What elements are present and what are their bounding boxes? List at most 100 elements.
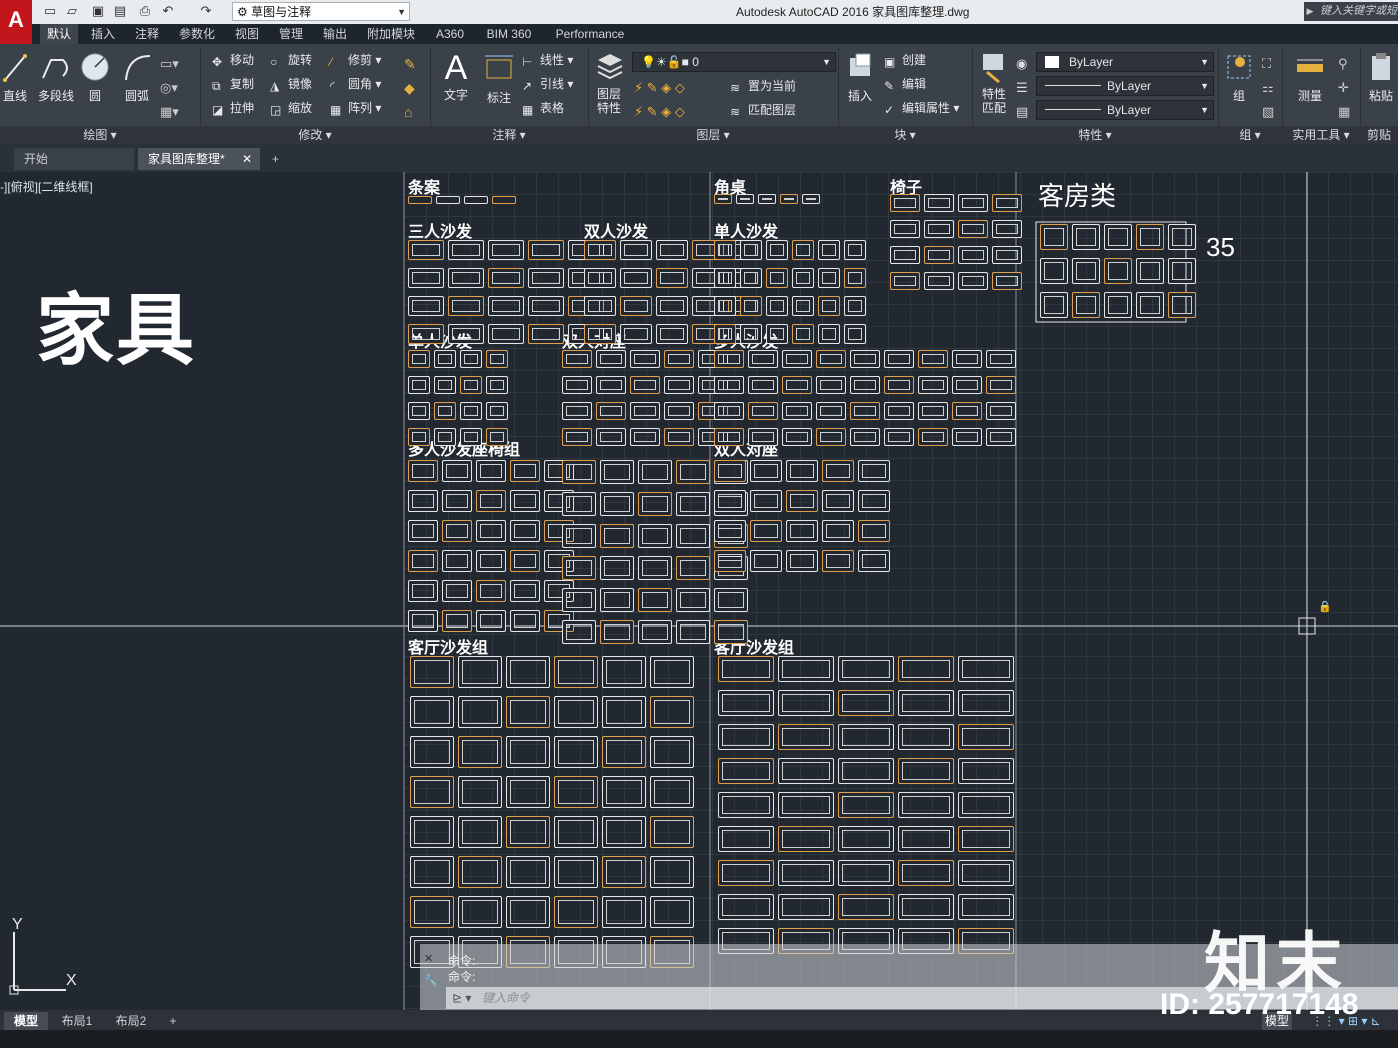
fillet-button[interactable]: ◜ 圆角 ▾ xyxy=(330,74,381,94)
modify-panel-label[interactable]: 修改 ▾ xyxy=(200,126,431,144)
layer-properties-button[interactable]: 图层 特性 xyxy=(592,50,626,115)
tab-performance[interactable]: Performance xyxy=(546,24,634,44)
tab-drawing[interactable]: 家具图库整理* ✕ xyxy=(138,148,260,170)
utilities-panel-label[interactable]: 实用工具 ▾ xyxy=(1282,126,1361,144)
tab-annotate[interactable]: 注释 xyxy=(128,24,166,44)
layers-panel-label[interactable]: 图层 ▾ xyxy=(588,126,839,144)
properties-panel-label[interactable]: 特性 ▾ xyxy=(972,126,1219,144)
undo-icon[interactable]: ↶ xyxy=(158,2,178,20)
new-file-icon[interactable]: ▭ xyxy=(40,2,60,20)
close-icon[interactable]: ✕ xyxy=(242,148,252,170)
clipboard-panel-label[interactable]: 剪贴 xyxy=(1360,126,1398,144)
search-input[interactable]: 键入关键字或短语 xyxy=(1316,2,1398,36)
x-axis-label: X xyxy=(66,972,77,989)
save-icon[interactable]: ▣ xyxy=(88,2,108,20)
utility-tool-icons[interactable]: ⚲ ✛ ▦ xyxy=(1338,52,1350,124)
open-file-icon[interactable]: ▱ xyxy=(62,2,82,20)
annotation-panel-label[interactable]: 注释 ▾ xyxy=(430,126,589,144)
tab-bim360[interactable]: BIM 360 xyxy=(478,24,540,44)
set-current-button[interactable]: ≋ 置为当前 xyxy=(730,76,796,96)
tab-layout2[interactable]: 布局2 xyxy=(106,1012,156,1030)
measure-button[interactable]: 测量 xyxy=(1290,50,1330,104)
match-properties-button[interactable]: 特性 匹配 xyxy=(976,50,1012,115)
new-tab-icon[interactable]: + xyxy=(264,148,292,170)
tab-default[interactable]: 默认 xyxy=(40,24,78,44)
workspace-label: 草图与注释 xyxy=(251,5,312,19)
viewport-controls[interactable]: -][俯视][二维线框] xyxy=(0,178,93,195)
line-button[interactable]: 直线 xyxy=(0,50,30,104)
furniture-symbol xyxy=(554,856,598,888)
circle-button[interactable]: 圆 xyxy=(80,50,110,104)
edit-block-button[interactable]: ✎ 编辑 xyxy=(884,74,926,94)
furniture-symbol xyxy=(822,460,854,482)
tab-layout1[interactable]: 布局1 xyxy=(54,1012,100,1030)
rotate-button[interactable]: ○ 旋转 xyxy=(270,50,312,70)
measure-label: 测量 xyxy=(1297,89,1322,103)
polyline-icon xyxy=(42,59,68,79)
scale-button[interactable]: ◲ 缩放 xyxy=(270,98,312,118)
furniture-symbol xyxy=(898,656,954,682)
tab-manage[interactable]: 管理 xyxy=(272,24,310,44)
color-dropdown[interactable]: ByLayer ▼ xyxy=(1036,52,1214,72)
rotate-icon: ○ xyxy=(270,55,278,69)
leader-button[interactable]: ↗ 引线 ▾ xyxy=(522,74,573,94)
groups-panel-label[interactable]: 组 ▾ xyxy=(1218,126,1283,144)
move-button[interactable]: ✥ 移动 xyxy=(212,50,254,70)
mirror-button[interactable]: ◮ 镜像 xyxy=(270,74,312,94)
furniture-symbol xyxy=(442,520,472,542)
linetype-dropdown[interactable]: ByLayer ▼ xyxy=(1036,76,1214,96)
lineweight-dropdown[interactable]: ByLayer ▼ xyxy=(1036,100,1214,120)
command-panel-controls[interactable]: ✕ 🔧 xyxy=(424,948,438,992)
layer-dropdown[interactable]: 💡☀🔓■ 0 ▼ xyxy=(632,52,836,72)
draw-panel-label[interactable]: 绘图 ▾ xyxy=(0,126,201,144)
furniture-symbol xyxy=(562,588,596,612)
group-button[interactable]: 组 xyxy=(1222,50,1256,104)
insert-block-button[interactable]: 插入 xyxy=(842,50,878,104)
properties-icons[interactable]: ◉ ☰ ▤ xyxy=(1016,52,1028,124)
furniture-symbol xyxy=(898,826,954,852)
group-tool-icons[interactable]: ⛶ ⚏ ▧ xyxy=(1262,52,1274,124)
trim-button[interactable]: ⁄ 修剪 ▾ xyxy=(330,50,381,70)
search-toggle-icon[interactable]: ▶ xyxy=(1304,2,1316,21)
tab-view[interactable]: 视图 xyxy=(228,24,266,44)
redo-icon[interactable]: ↷ xyxy=(196,2,216,20)
edit-attributes-button[interactable]: ✓ 编辑属性 ▾ xyxy=(884,98,959,118)
workspace-dropdown[interactable]: ⚙ 草图与注释 ▼ xyxy=(232,2,410,21)
table-button[interactable]: ▦ 表格 xyxy=(522,98,564,118)
paste-button[interactable]: 粘贴 xyxy=(1364,50,1398,104)
layer-tool-icons[interactable]: ⚡ ✎ ◈ ◇ ⚡ ✎ ◈ ◇ xyxy=(634,76,685,124)
tab-start[interactable]: 开始 xyxy=(14,148,134,170)
tab-parametric[interactable]: 参数化 xyxy=(172,24,222,44)
furniture-symbol xyxy=(766,268,788,288)
plot-icon[interactable]: ⎙ xyxy=(135,2,155,20)
furniture-symbol xyxy=(714,296,736,316)
furniture-symbol xyxy=(850,428,880,446)
save-as-icon[interactable]: ▤ xyxy=(110,2,130,20)
arc-button[interactable]: 圆弧 xyxy=(120,50,154,104)
linear-button[interactable]: ⊢ 线性 ▾ xyxy=(522,50,573,70)
modify-extra-icons[interactable]: ✎ ◆ ⌂ xyxy=(404,52,416,124)
create-block-button[interactable]: ▣ 创建 xyxy=(884,50,926,70)
furniture-symbol xyxy=(958,220,988,238)
polyline-button[interactable]: 多段线 xyxy=(36,50,76,104)
draw-more-icons[interactable]: ▭▾ ◎▾ ▦▾ xyxy=(160,52,179,124)
copy-button[interactable]: ⧉ 复制 xyxy=(212,74,254,94)
drawing-canvas[interactable]: -][俯视][二维线框] 家具 条案 角桌 椅子 客房类 三人沙发 双人沙发 单… xyxy=(0,172,1398,1010)
application-menu-button[interactable]: A xyxy=(0,0,32,44)
array-button[interactable]: ▦ 阵列 ▾ xyxy=(330,98,381,118)
tab-model[interactable]: 模型 xyxy=(4,1012,48,1030)
dimension-button[interactable]: 标注 xyxy=(480,50,518,106)
match-layer-button[interactable]: ≋ 匹配图层 xyxy=(730,100,796,120)
watermark-id: ID: 257717148 xyxy=(1160,988,1359,1021)
tab-a360[interactable]: A360 xyxy=(428,24,472,44)
stretch-button[interactable]: ◪ 拉伸 xyxy=(212,98,254,118)
furniture-symbol xyxy=(408,350,430,368)
tab-addins[interactable]: 附加模块 xyxy=(360,24,422,44)
block-panel-label[interactable]: 块 ▾ xyxy=(838,126,973,144)
furniture-symbol xyxy=(408,520,438,542)
furniture-symbol xyxy=(958,194,988,212)
text-button[interactable]: A 文字 xyxy=(438,50,474,103)
add-layout-icon[interactable]: + xyxy=(162,1012,184,1030)
tab-insert[interactable]: 插入 xyxy=(84,24,122,44)
tab-output[interactable]: 输出 xyxy=(316,24,354,44)
